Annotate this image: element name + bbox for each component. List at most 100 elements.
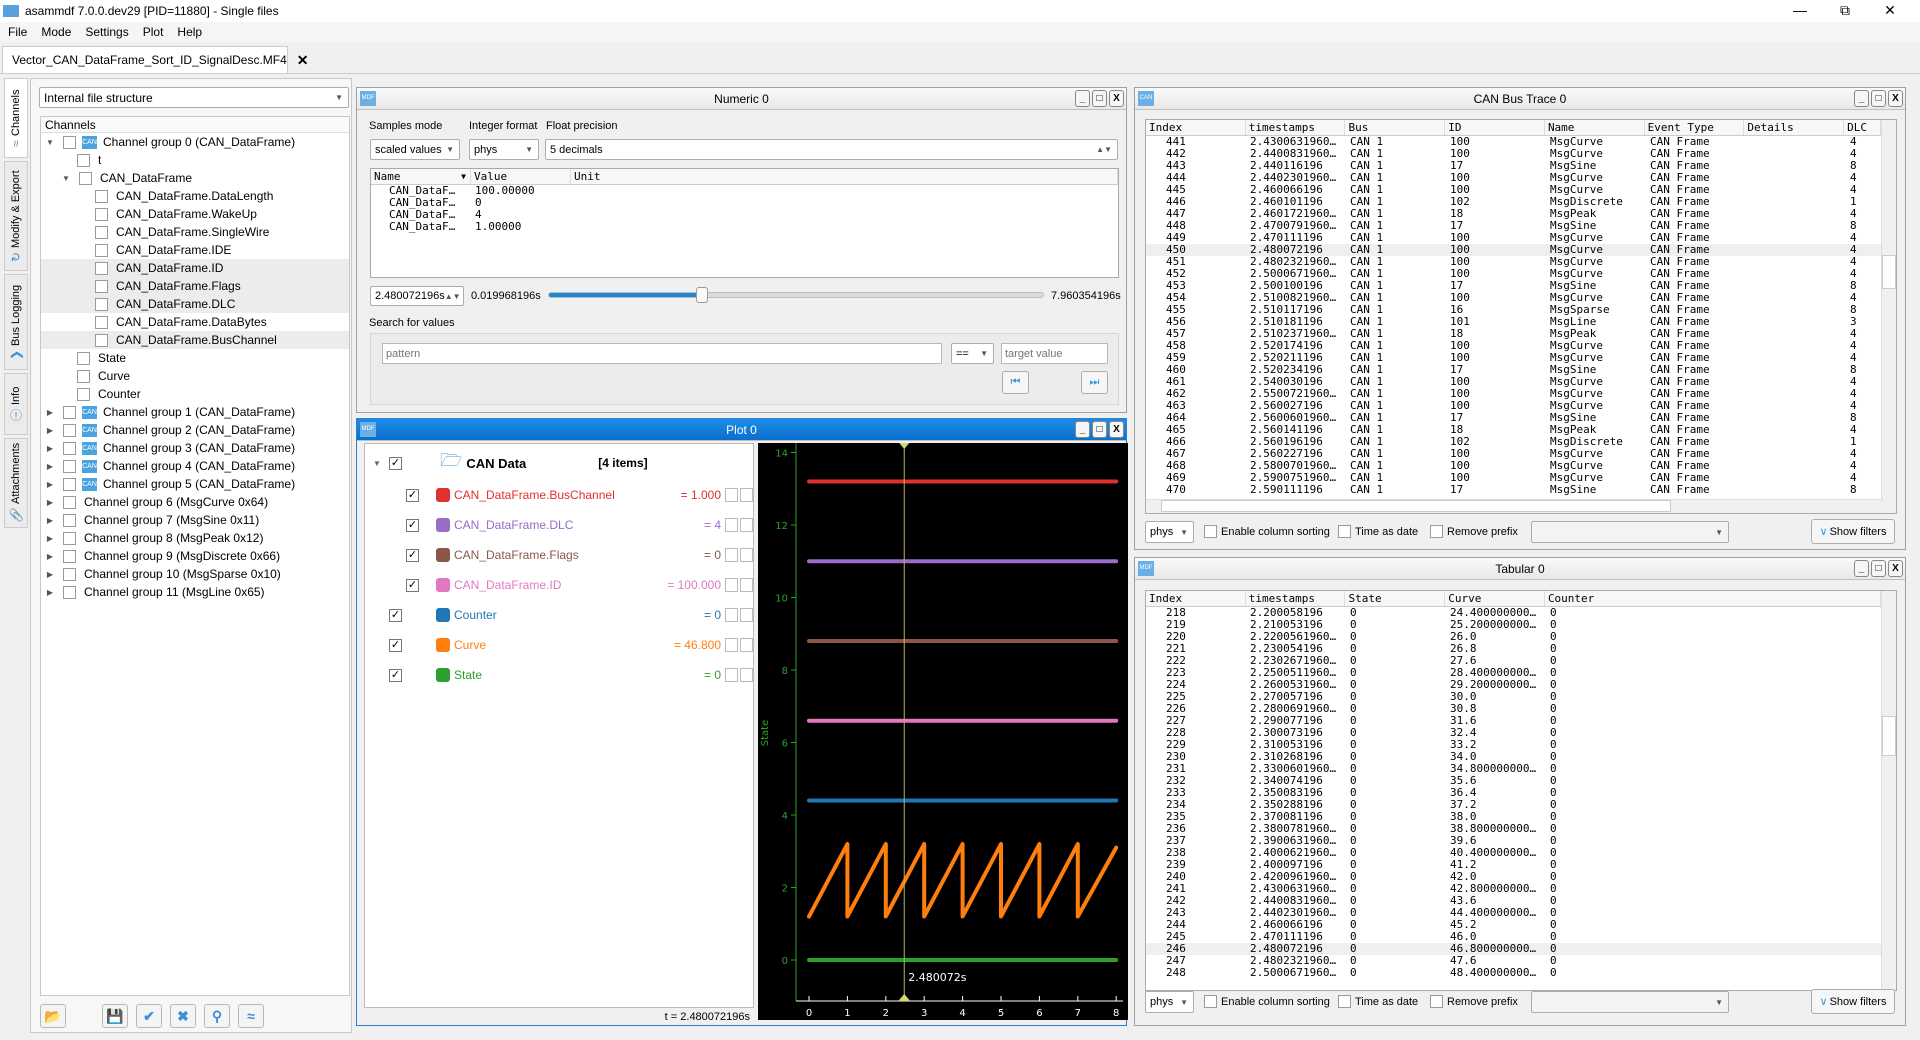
legend-item[interactable]: ✓ CAN_DataFrame.BusChannel = 1.000 <box>365 484 753 506</box>
tree-item[interactable]: ▶ Channel group 8 (MsgPeak 0x12) <box>41 529 349 547</box>
tree-item[interactable]: Counter <box>41 385 349 403</box>
tree-item[interactable]: CAN_DataFrame.DLC <box>41 295 349 313</box>
checkbox-box[interactable] <box>1430 525 1443 538</box>
tree-item-checkbox[interactable] <box>63 477 76 491</box>
tree-item-checkbox[interactable] <box>63 495 76 509</box>
table-row[interactable]: 244 2.460066196 0 45.2 0 <box>1146 919 1896 931</box>
table-row[interactable]: 248 2.5000671960… 0 48.400000000… 0 <box>1146 967 1896 979</box>
trace-title-bar[interactable]: CAN CAN Bus Trace 0 _ □ X <box>1135 88 1905 110</box>
table-row[interactable]: 223 2.2500511960… 0 28.400000000… 0 <box>1146 667 1896 679</box>
color-swatch[interactable] <box>436 668 450 682</box>
collapse-arrow-icon[interactable]: ▼ <box>61 174 71 183</box>
side-tab-channels[interactable]: ≈ Channels <box>4 78 28 158</box>
legend-option-box[interactable] <box>740 578 753 592</box>
legend-option-box[interactable] <box>740 548 753 562</box>
sorting-checkbox[interactable]: Enable column sorting <box>1204 525 1330 538</box>
timestamp-spinbox[interactable]: 2.480072196s ▲▼ <box>370 286 464 306</box>
table-row[interactable]: 441 2.4300631960… CAN 1 100 MsgCurve CAN Fram… <box>1146 136 1896 148</box>
table-row[interactable]: 464 2.5600601960… CAN 1 17 MsgSine CAN Frame 8 <box>1146 412 1896 424</box>
search-button[interactable]: ⚲ <box>204 1004 230 1028</box>
tree-item-checkbox[interactable] <box>77 387 90 401</box>
table-row[interactable]: 247 2.4802321960… 0 47.6 0 <box>1146 955 1896 967</box>
legend-item[interactable]: ✓ Counter = 0 <box>365 604 753 626</box>
close-icon[interactable]: X <box>1888 90 1903 107</box>
tree-item[interactable]: CAN_DataFrame.DataLength <box>41 187 349 205</box>
checkbox-box[interactable] <box>1204 525 1217 538</box>
maximize-icon[interactable]: □ <box>1092 421 1107 438</box>
tree-item-checkbox[interactable] <box>63 405 76 419</box>
checkbox-box[interactable] <box>1338 995 1351 1008</box>
close-icon[interactable]: X <box>1109 90 1124 107</box>
spin-arrows-icon[interactable]: ▲▼ <box>1096 145 1112 154</box>
table-row[interactable]: 468 2.5800701960… CAN 1 100 MsgCurve CAN Fram… <box>1146 460 1896 472</box>
numeric-row[interactable]: CAN_DataF… 1.00000 <box>371 221 1118 233</box>
table-row[interactable]: 453 2.500100196 CAN 1 17 MsgSine CAN Frame 8 <box>1146 280 1896 292</box>
column-header-timestamps[interactable]: timestamps <box>1246 591 1346 606</box>
expand-arrow-icon[interactable]: ▶ <box>45 444 55 453</box>
tree-item-checkbox[interactable] <box>95 243 108 257</box>
column-header-details[interactable]: Details <box>1744 120 1845 135</box>
column-header-state[interactable]: State <box>1345 591 1446 606</box>
tree-item-checkbox[interactable] <box>95 225 108 239</box>
side-tab-attachments[interactable]: 📎 Attachments <box>4 438 28 528</box>
table-row[interactable]: 444 2.4402301960… CAN 1 100 MsgCurve CAN Fram… <box>1146 172 1896 184</box>
slider-handle[interactable] <box>696 287 709 303</box>
numeric-table[interactable]: Name ▼ Value Unit CAN_DataF… 100.00000 CAN_D… <box>370 168 1119 278</box>
show-filters-button[interactable]: ∨ Show filters <box>1811 989 1895 1014</box>
close-tab-icon[interactable]: ✕ <box>297 52 309 69</box>
show-filters-button[interactable]: ∨ Show filters <box>1811 519 1895 544</box>
table-row[interactable]: 238 2.4000621960… 0 40.400000000… 0 <box>1146 847 1896 859</box>
group-checkbox[interactable]: ✓ <box>389 456 402 470</box>
legend-option-box[interactable] <box>740 488 753 502</box>
vertical-scrollbar[interactable] <box>1881 591 1896 990</box>
search-next-button[interactable]: ⏭ <box>1081 371 1108 394</box>
tree-item[interactable]: ▶ CAN Channel group 4 (CAN_DataFrame) <box>41 457 349 475</box>
table-row[interactable]: 443 2.440116196 CAN 1 17 MsgSine CAN Frame 8 <box>1146 160 1896 172</box>
plot-canvas[interactable]: 024681012140 1 2 3 4 5 6 7 8State2.480072s <box>758 443 1128 1020</box>
table-row[interactable]: 466 2.560196196 CAN 1 102 MsgDiscrete CAN Fra… <box>1146 436 1896 448</box>
channels-tree[interactable]: Channels ▼ CAN Channel group 0 (CAN_DataFr… <box>40 116 350 996</box>
table-row[interactable]: 239 2.400097196 0 41.2 0 <box>1146 859 1896 871</box>
tree-item-checkbox[interactable] <box>77 369 90 383</box>
plot-button[interactable]: ≈ <box>238 1004 264 1028</box>
sorting-checkbox[interactable]: Enable column sorting <box>1204 995 1330 1008</box>
column-header-dlc[interactable]: DLC <box>1844 120 1882 135</box>
legend-option-box[interactable] <box>725 578 738 592</box>
table-row[interactable]: 452 2.5000671960… CAN 1 100 MsgCurve CAN Fram… <box>1146 268 1896 280</box>
tree-item-checkbox[interactable] <box>63 585 76 599</box>
column-header-index[interactable]: Index <box>1146 591 1246 606</box>
tree-item[interactable]: CAN_DataFrame.DataBytes <box>41 313 349 331</box>
tree-item[interactable]: ▼ CAN_DataFrame <box>41 169 349 187</box>
checkbox-box[interactable] <box>1338 525 1351 538</box>
integer-format-select[interactable]: phys ▼ <box>469 139 539 160</box>
table-row[interactable]: 447 2.4601721960… CAN 1 18 MsgPeak CAN Frame 4 <box>1146 208 1896 220</box>
legend-item[interactable]: ✓ Curve = 46.800 <box>365 634 753 656</box>
check-all-button[interactable]: ✔ <box>136 1004 162 1028</box>
color-swatch[interactable] <box>436 518 450 532</box>
legend-option-box[interactable] <box>740 668 753 682</box>
legend-checkbox[interactable]: ✓ <box>389 668 402 682</box>
scrollbar-thumb[interactable] <box>1882 255 1896 289</box>
legend-checkbox[interactable]: ✓ <box>406 578 419 592</box>
expand-arrow-icon[interactable]: ▶ <box>45 570 55 579</box>
trace-table[interactable]: Index timestamps Bus ID Name Event Type Detail… <box>1145 119 1897 514</box>
menu-mode[interactable]: Mode <box>41 25 71 39</box>
table-row[interactable]: 231 2.3300601960… 0 34.800000000… 0 <box>1146 763 1896 775</box>
table-row[interactable]: 442 2.4400831960… CAN 1 100 MsgCurve CAN Fram… <box>1146 148 1896 160</box>
minimize-icon[interactable]: _ <box>1854 90 1869 107</box>
tree-item[interactable]: CAN_DataFrame.Flags <box>41 277 349 295</box>
tabular-table[interactable]: Index timestamps State Curve Counter 218 2.20… <box>1145 590 1897 991</box>
open-folder-button[interactable]: 📂 <box>40 1004 66 1028</box>
legend-checkbox[interactable]: ✓ <box>406 518 419 532</box>
numeric-row[interactable]: CAN_DataF… 4 <box>371 209 1118 221</box>
table-row[interactable]: 246 2.480072196 0 46.800000000… 0 <box>1146 943 1896 955</box>
tree-item[interactable]: Curve <box>41 367 349 385</box>
horizontal-scrollbar[interactable] <box>1146 499 1883 513</box>
expand-arrow-icon[interactable]: ▼ <box>373 459 383 468</box>
expand-arrow-icon[interactable]: ▶ <box>45 480 55 489</box>
minimize-icon[interactable]: _ <box>1854 560 1869 577</box>
menu-plot[interactable]: Plot <box>143 25 164 39</box>
scrollbar-thumb[interactable] <box>1161 500 1671 512</box>
table-row[interactable]: 233 2.350083196 0 36.4 0 <box>1146 787 1896 799</box>
legend-option-box[interactable] <box>725 488 738 502</box>
